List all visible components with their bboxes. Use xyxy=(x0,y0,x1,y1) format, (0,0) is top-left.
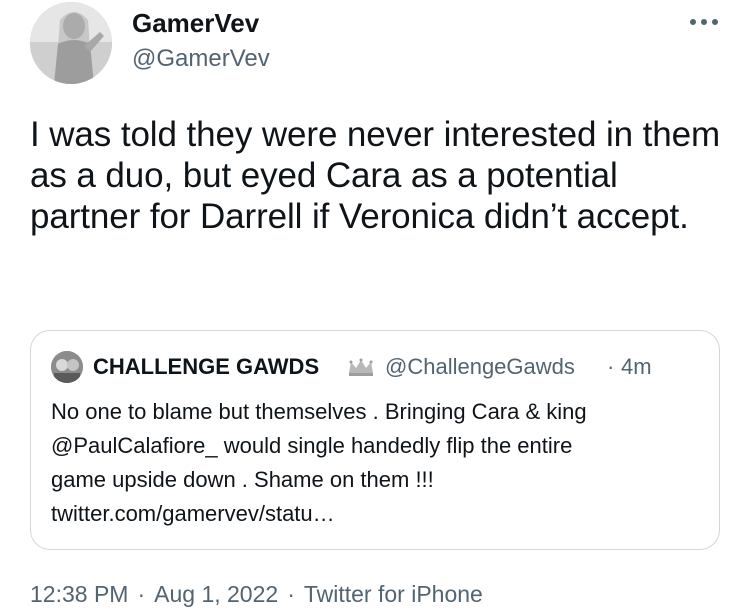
tweet-time[interactable]: 12:38 PM xyxy=(30,581,128,607)
quoted-timestamp: 4m xyxy=(621,354,652,379)
author-handle[interactable]: @GamerVev xyxy=(132,45,270,73)
more-horizontal-icon xyxy=(690,19,718,25)
quoted-author-handle: @ChallengeGawds xyxy=(385,354,575,379)
quoted-tweet-card[interactable]: CHALLENGE GAWDS @ChallengeGawds · 4m No … xyxy=(30,330,720,550)
tweet-text: I was told they were never interested in… xyxy=(30,115,721,236)
quoted-text-line: game upside down . Shame on them !!! xyxy=(51,467,434,492)
meta-separator: · xyxy=(137,581,146,607)
tweet-meta: 12:38 PM · Aug 1, 2022 · Twitter for iPhone xyxy=(30,580,483,608)
quoted-separator: · xyxy=(607,354,615,379)
quoted-text-line: @PaulCalafiore_ would single handedly fl… xyxy=(51,433,573,458)
quoted-author-avatar[interactable] xyxy=(51,351,83,383)
quoted-author-name: CHALLENGE GAWDS xyxy=(93,354,320,379)
tweet-date[interactable]: Aug 1, 2022 xyxy=(154,581,278,607)
tweet: GamerVev @GamerVev I was told they were … xyxy=(0,0,750,611)
more-options-button[interactable] xyxy=(684,8,724,36)
tweet-source[interactable]: Twitter for iPhone xyxy=(304,581,483,607)
quoted-tweet-text: No one to blame but themselves . Bringin… xyxy=(51,395,701,531)
quoted-text-line: No one to blame but themselves . Bringin… xyxy=(51,399,587,424)
meta-separator: · xyxy=(287,581,295,607)
quoted-text-line: twitter.com/gamervev/statu… xyxy=(51,501,335,526)
crown-icon xyxy=(349,358,373,376)
author-name[interactable]: GamerVev xyxy=(132,8,259,38)
author-avatar[interactable] xyxy=(30,2,112,84)
